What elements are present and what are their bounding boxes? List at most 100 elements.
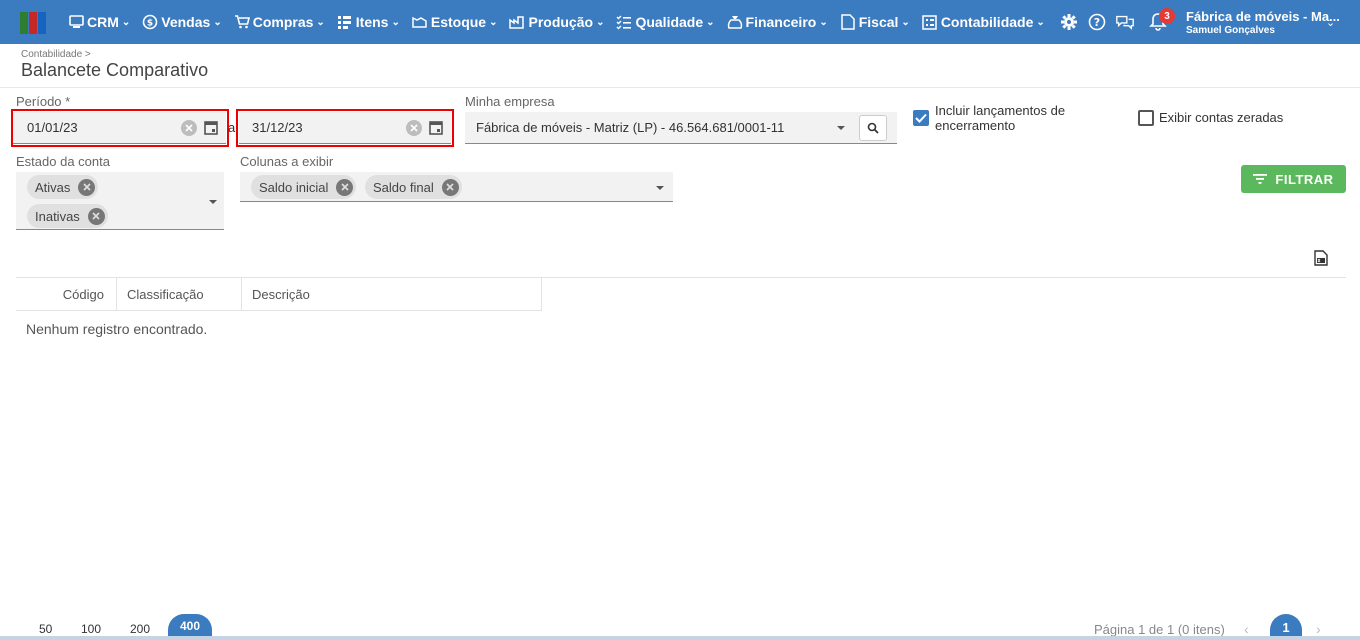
company-switcher[interactable]: Fábrica de móveis - Ma... Samuel Gonçalv… (1186, 9, 1340, 36)
column-header-codigo[interactable]: Código (16, 278, 117, 310)
account-state-label: Estado da conta (16, 154, 110, 169)
company-name: Fábrica de móveis - Ma... (1186, 9, 1340, 24)
chip-saldo-final: Saldo final (365, 175, 462, 199)
chip-saldo-inicial: Saldo inicial (251, 175, 357, 199)
column-header-descricao[interactable]: Descrição (242, 278, 542, 310)
nav-qualidade-label: Qualidade (635, 14, 704, 30)
chevron-down-icon: ⌄ (706, 16, 715, 28)
nav-crm-label: CRM (87, 14, 119, 30)
page-size-100[interactable]: 100 (81, 622, 101, 636)
chip-ativas: Ativas (27, 175, 99, 199)
show-zero-checkbox[interactable] (1138, 110, 1154, 126)
app-logo[interactable] (20, 12, 48, 34)
pager-info: Página 1 de 1 (0 itens) (1094, 622, 1225, 637)
nav-qualidade[interactable]: Qualidade ⌄ (616, 14, 715, 30)
chevron-left-icon[interactable]: ‹ (1244, 621, 1249, 637)
filter-button-label: FILTRAR (1275, 171, 1334, 187)
quality-icon (616, 14, 632, 30)
show-zero-label[interactable]: Exibir contas zeradas (1159, 110, 1283, 125)
nav-itens[interactable]: Itens ⌄ (337, 14, 400, 30)
help-icon[interactable]: ? (1087, 12, 1107, 32)
money-bag-icon (727, 14, 743, 30)
nav-contabilidade-label: Contabilidade (940, 14, 1034, 30)
page-size-400[interactable]: 400 (168, 614, 212, 638)
dollar-icon: $ (142, 14, 158, 30)
svg-text:$: $ (147, 19, 153, 29)
page-size-200[interactable]: 200 (130, 622, 150, 636)
nav-financeiro-label: Financeiro (745, 14, 817, 30)
include-closing-checkbox[interactable] (913, 110, 929, 126)
main-menu: CRM ⌄ $ Vendas ⌄ Compras ⌄ Itens ⌄ Estoq… (68, 0, 1143, 44)
nav-estoque[interactable]: Estoque ⌄ (412, 14, 498, 30)
page-title: Balancete Comparativo (21, 60, 209, 80)
chat-icon[interactable] (1115, 12, 1135, 32)
nav-producao-label: Produção (528, 14, 594, 30)
chip-label: Inativas (35, 208, 80, 224)
column-header-classificacao[interactable]: Classificação (117, 278, 242, 310)
close-icon[interactable] (441, 178, 459, 196)
nav-estoque-label: Estoque (430, 14, 487, 30)
include-closing-label[interactable]: Incluir lançamentos de encerramento (935, 103, 1085, 133)
close-icon[interactable] (336, 178, 354, 196)
stock-icon (412, 14, 428, 30)
notification-count-badge: 3 (1159, 8, 1175, 24)
search-icon (867, 122, 879, 134)
highlight-box (236, 109, 454, 147)
company-select[interactable]: Fábrica de móveis - Matriz (LP) - 46.564… (465, 112, 897, 144)
user-name: Samuel Gonçalves (1186, 25, 1275, 36)
close-icon[interactable] (87, 207, 105, 225)
dropdown-arrow-icon (209, 200, 217, 204)
nav-compras[interactable]: Compras ⌄ (234, 14, 325, 30)
top-navigation-bar: CRM ⌄ $ Vendas ⌄ Compras ⌄ Itens ⌄ Estoq… (0, 0, 1360, 44)
table-header-border (16, 310, 542, 311)
chevron-down-icon: ⌄ (391, 16, 400, 28)
nav-fiscal-label: Fiscal (858, 14, 899, 30)
filter-button[interactable]: FILTRAR (1241, 165, 1346, 193)
gear-icon[interactable] (1059, 12, 1079, 32)
chevron-down-icon: ⌄ (121, 16, 131, 28)
chevron-down-icon: ⌄ (489, 16, 498, 28)
nav-crm[interactable]: CRM ⌄ (68, 14, 130, 30)
dropdown-arrow-icon (656, 186, 664, 190)
date-separator: a (228, 120, 236, 135)
nav-extra-icons: ? (1059, 12, 1143, 32)
chip-label: Saldo final (373, 179, 434, 195)
nav-vendas[interactable]: $ Vendas ⌄ (142, 14, 222, 30)
chip-label: Ativas (35, 179, 71, 195)
company-search-button[interactable] (859, 115, 887, 141)
ledger-icon (922, 14, 938, 30)
nav-producao[interactable]: Produção ⌄ (509, 14, 604, 30)
company-select-value: Fábrica de móveis - Matriz (LP) - 46.564… (476, 120, 785, 135)
crm-icon (68, 14, 84, 30)
nav-itens-label: Itens (355, 14, 389, 30)
nav-financeiro[interactable]: Financeiro ⌄ (727, 14, 828, 30)
close-icon[interactable] (78, 178, 96, 196)
chevron-right-icon[interactable]: › (1316, 621, 1321, 637)
divider (0, 87, 1360, 88)
dropdown-arrow-icon (837, 126, 845, 130)
chevron-down-icon: ⌄ (213, 16, 222, 28)
filter-icon (1253, 174, 1268, 184)
nav-fiscal[interactable]: Fiscal ⌄ (840, 14, 910, 30)
chevron-down-icon: ⌄ (1036, 16, 1045, 28)
company-label: Minha empresa (465, 94, 555, 109)
chevron-down-icon: ⌄ (596, 16, 605, 28)
chevron-down-icon[interactable]: ⌄ (1326, 16, 1335, 29)
bottom-edge (0, 636, 1360, 640)
columns-label: Colunas a exibir (240, 154, 334, 169)
breadcrumb[interactable]: Contabilidade > (21, 49, 91, 60)
svg-text:?: ? (1094, 16, 1100, 29)
items-icon (337, 14, 353, 30)
chevron-down-icon: ⌄ (901, 16, 910, 28)
cart-icon (234, 14, 250, 30)
empty-message: Nenhum registro encontrado. (26, 321, 208, 337)
nav-vendas-label: Vendas (161, 14, 211, 30)
chip-inativas: Inativas (27, 204, 108, 228)
page-size-50[interactable]: 50 (39, 622, 52, 636)
period-label: Período * (16, 94, 71, 109)
export-spreadsheet-icon[interactable] (1314, 250, 1330, 266)
chevron-down-icon: ⌄ (316, 16, 325, 28)
nav-compras-label: Compras (252, 14, 314, 30)
fiscal-doc-icon (840, 14, 856, 30)
nav-contabilidade[interactable]: Contabilidade ⌄ (922, 14, 1045, 30)
